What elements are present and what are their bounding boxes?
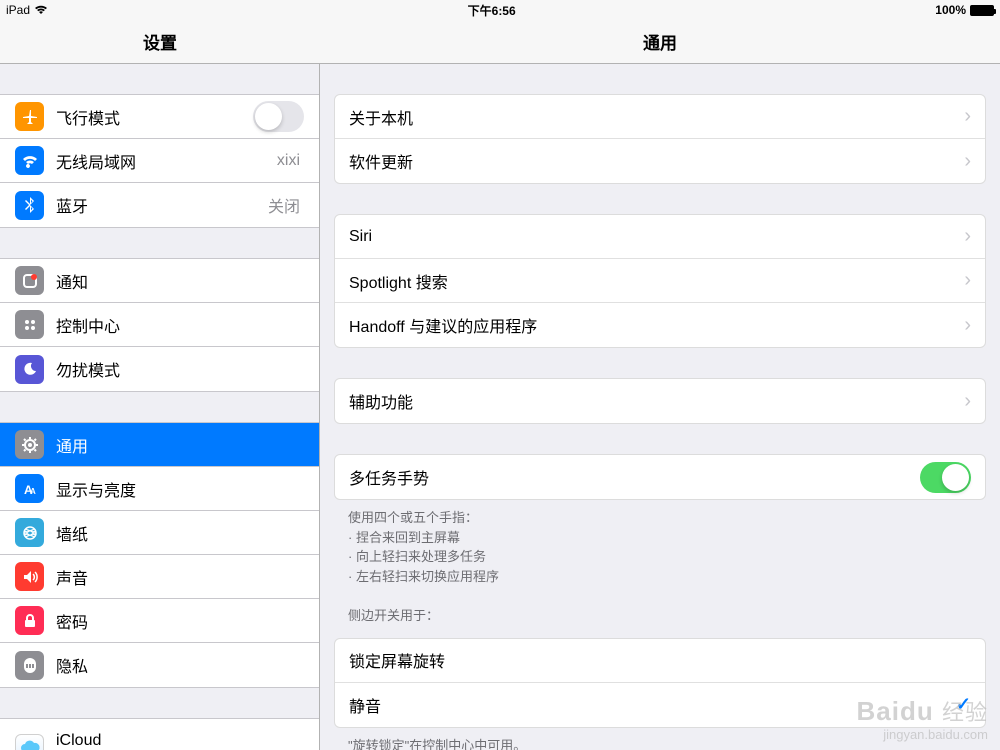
settings-sidebar[interactable]: 飞行模式 无线局域网 xixi 蓝牙 关闭 通知 控制中心	[0, 64, 320, 750]
sideswitch-header: 侧边开关用于：	[320, 594, 1000, 634]
detail-item-softwareupdate[interactable]: 软件更新 ›	[335, 139, 985, 183]
sidebar-item-passcode[interactable]: 密码	[0, 599, 319, 643]
sidebar-title: 设置	[0, 20, 320, 63]
sidebar-item-label: 声音	[56, 565, 304, 589]
device-label: iPad	[6, 3, 30, 17]
detail-item-lockrotation[interactable]: 锁定屏幕旋转	[335, 639, 985, 683]
checkmark-icon: ✓	[956, 694, 971, 715]
multitasking-toggle[interactable]	[920, 462, 971, 493]
wifi-value: xixi	[277, 152, 300, 170]
notifications-icon	[15, 266, 44, 295]
detail-item-handoff[interactable]: Handoff 与建议的应用程序 ›	[335, 303, 985, 347]
sidebar-item-general[interactable]: 通用	[0, 423, 319, 467]
general-detail[interactable]: 关于本机 › 软件更新 › Siri › Spotlight 搜索 › Hand…	[320, 64, 1000, 750]
battery-percent: 100%	[935, 3, 966, 17]
sidebar-item-sound[interactable]: 声音	[0, 555, 319, 599]
detail-item-mute[interactable]: 静音 ✓	[335, 683, 985, 727]
chevron-right-icon: ›	[964, 105, 971, 128]
sound-icon	[15, 562, 44, 591]
multitasking-footer: 使用四个或五个手指： · 捏合来回到主屏幕 · 向上轻扫来处理多任务 · 左右轻…	[320, 500, 1000, 594]
sidebar-item-label: 密码	[56, 609, 304, 633]
sidebar-item-icloud[interactable]: iCloud 1075913655@aa.com	[0, 719, 319, 750]
sidebar-item-label: 蓝牙	[56, 193, 268, 217]
nav-titles: 设置 通用	[0, 20, 1000, 64]
battery-icon	[970, 5, 994, 16]
privacy-icon	[15, 651, 44, 680]
sidebar-item-privacy[interactable]: 隐私	[0, 643, 319, 687]
dnd-icon	[15, 355, 44, 384]
sidebar-item-airplane[interactable]: 飞行模式	[0, 95, 319, 139]
icloud-icon	[15, 734, 44, 750]
detail-item-multitasking[interactable]: 多任务手势	[335, 455, 985, 499]
sidebar-item-notifications[interactable]: 通知	[0, 259, 319, 303]
display-icon: AA	[15, 474, 44, 503]
svg-text:A: A	[30, 487, 36, 496]
sidebar-item-label: 显示与亮度	[56, 477, 304, 501]
bluetooth-value: 关闭	[268, 193, 300, 217]
airplane-icon	[15, 102, 44, 131]
sidebar-item-wallpaper[interactable]: 墙纸	[0, 511, 319, 555]
lock-icon	[15, 606, 44, 635]
sidebar-item-controlcenter[interactable]: 控制中心	[0, 303, 319, 347]
sidebar-item-bluetooth[interactable]: 蓝牙 关闭	[0, 183, 319, 227]
sidebar-item-label: 隐私	[56, 653, 304, 677]
status-time: 下午6:56	[48, 2, 935, 19]
chevron-right-icon: ›	[964, 390, 971, 413]
sidebar-item-label: 墙纸	[56, 521, 304, 545]
detail-item-spotlight[interactable]: Spotlight 搜索 ›	[335, 259, 985, 303]
sidebar-item-label: 勿扰模式	[56, 357, 304, 381]
sideswitch-footer: "旋转锁定"在控制中心中可用。	[320, 728, 1000, 750]
gear-icon	[15, 430, 44, 459]
sidebar-item-wifi[interactable]: 无线局域网 xixi	[0, 139, 319, 183]
sidebar-item-label: 无线局域网	[56, 149, 277, 173]
sidebar-item-label: 飞行模式	[56, 105, 253, 129]
wifi-settings-icon	[15, 146, 44, 175]
bluetooth-icon	[15, 191, 44, 220]
sidebar-item-label: 通用	[56, 433, 304, 457]
sidebar-item-display[interactable]: AA 显示与亮度	[0, 467, 319, 511]
status-bar: iPad 下午6:56 100%	[0, 0, 1000, 20]
wallpaper-icon	[15, 518, 44, 547]
sidebar-item-dnd[interactable]: 勿扰模式	[0, 347, 319, 391]
detail-item-siri[interactable]: Siri ›	[335, 215, 985, 259]
wifi-icon	[34, 5, 48, 15]
detail-item-about[interactable]: 关于本机 ›	[335, 95, 985, 139]
controlcenter-icon	[15, 310, 44, 339]
airplane-toggle[interactable]	[253, 101, 304, 132]
chevron-right-icon: ›	[964, 225, 971, 248]
chevron-right-icon: ›	[964, 314, 971, 337]
detail-title: 通用	[320, 20, 1000, 63]
detail-item-accessibility[interactable]: 辅助功能 ›	[335, 379, 985, 423]
sidebar-item-label: 通知	[56, 269, 304, 293]
sidebar-item-label: 控制中心	[56, 313, 304, 337]
chevron-right-icon: ›	[964, 150, 971, 173]
sidebar-item-label: iCloud 1075913655@aa.com	[56, 732, 304, 750]
chevron-right-icon: ›	[964, 269, 971, 292]
